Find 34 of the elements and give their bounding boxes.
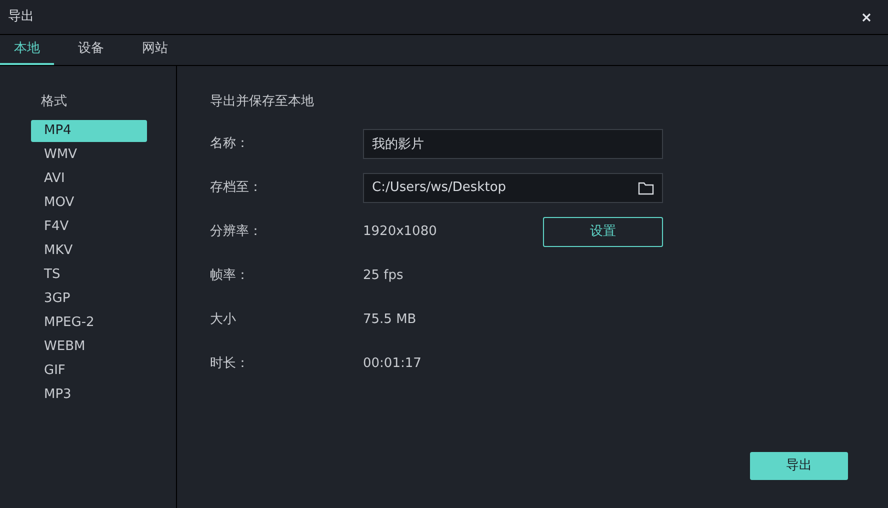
tab[interactable]: 网站 (128, 35, 182, 65)
field-label: 分辨率： (210, 222, 263, 241)
format-item[interactable]: MP4 (31, 120, 147, 142)
format-item[interactable]: 3GP (31, 288, 147, 310)
format-item[interactable]: MPEG-2 (31, 312, 147, 334)
section-heading: 导出并保存至本地 (210, 93, 315, 111)
tab[interactable]: 本地 (0, 35, 54, 65)
format-item[interactable]: MOV (31, 192, 147, 214)
info-value: 00:01:17 (363, 354, 422, 373)
field-label: 帧率： (210, 266, 250, 285)
format-item[interactable]: MKV (31, 240, 147, 262)
name-field[interactable]: 我的影片 (363, 128, 663, 158)
field-label: 存档至： (210, 178, 263, 197)
resolution-value: 1920x1080 (363, 222, 437, 241)
format-item[interactable]: TS (31, 264, 147, 286)
format-item[interactable]: WMV (31, 144, 147, 166)
close-icon (862, 12, 870, 22)
field-label: 时长： (210, 354, 250, 373)
folder-icon[interactable] (638, 180, 654, 194)
format-item[interactable]: MP3 (31, 384, 147, 406)
format-item[interactable]: GIF (31, 360, 147, 382)
format-heading: 格式 (40, 93, 68, 111)
tab[interactable]: 设备 (64, 35, 118, 65)
path-field[interactable]: C:/Users/ws/Desktop (363, 172, 663, 202)
field-label: 名称： (210, 134, 250, 153)
info-value: 25 fps (363, 266, 404, 285)
format-item[interactable]: F4V (31, 216, 147, 238)
info-value: 75.5 MB (363, 310, 416, 329)
export-button[interactable]: 导出 (750, 452, 848, 480)
format-item[interactable]: AVI (31, 168, 147, 190)
window-title: 导出 (8, 8, 34, 26)
format-item[interactable]: WEBM (31, 336, 147, 358)
field-label: 大小 (210, 310, 237, 329)
settings-button[interactable]: 设置 (543, 216, 663, 246)
